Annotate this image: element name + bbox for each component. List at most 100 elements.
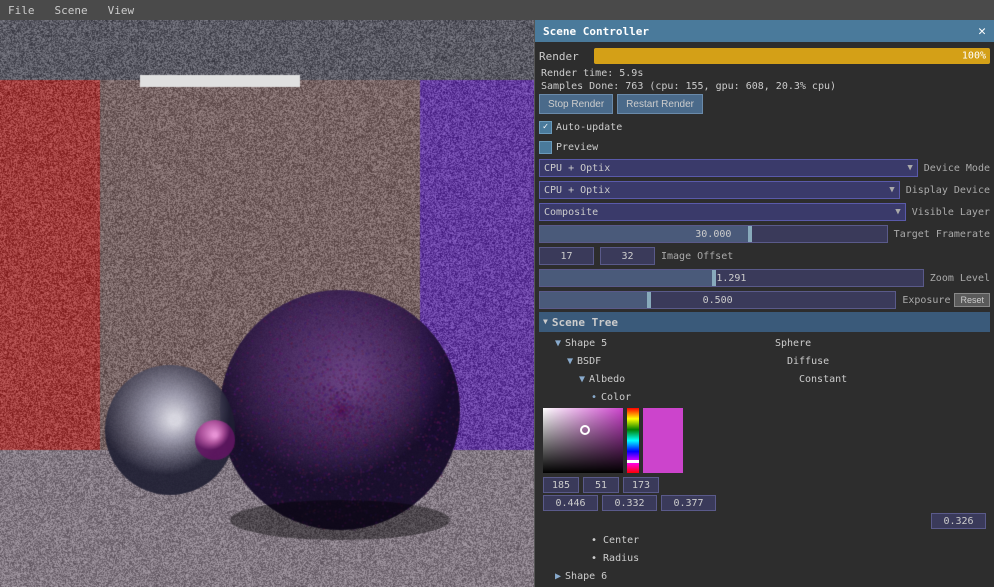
color-swatch <box>643 408 683 473</box>
auto-update-label: Auto-update <box>556 122 622 133</box>
shape5-arrow: ▼ <box>555 338 561 349</box>
render-progress-bar: 100% <box>594 48 990 64</box>
color-float-g[interactable]: 0.332 <box>602 495 657 511</box>
render-progress-text: 100% <box>962 51 986 62</box>
color-b-value[interactable]: 173 <box>623 477 659 493</box>
exposure-row: 0.500 Exposure Reset <box>539 290 990 310</box>
tree-item-bsdf-left: ▼ BSDF <box>567 356 787 367</box>
display-device-label: Display Device <box>906 185 990 196</box>
tree-item-albedo[interactable]: ▼ Albedo Constant <box>539 370 990 388</box>
color-float-values: 0.446 0.332 0.377 <box>543 495 986 511</box>
render-time: Render time: 5.9s <box>539 68 990 79</box>
device-mode-label: Device Mode <box>924 163 990 174</box>
bsdf-arrow: ▼ <box>567 356 573 367</box>
stop-render-button[interactable]: Stop Render <box>539 94 613 114</box>
albedo-type: Constant <box>799 374 847 385</box>
hue-slider[interactable] <box>627 408 639 473</box>
shape6-text: Shape 6 <box>565 571 607 582</box>
display-device-arrow: ▼ <box>889 185 894 195</box>
menu-scene[interactable]: Scene <box>51 2 92 19</box>
device-mode-arrow: ▼ <box>907 163 912 173</box>
preview-label: Preview <box>556 142 598 153</box>
target-framerate-row: 30.000 Target Framerate <box>539 224 990 244</box>
render-label: Render <box>539 50 594 63</box>
tree-item-shape5-left: ▼ Shape 5 <box>555 338 775 349</box>
display-device-row: CPU + Optix ▼ Display Device <box>539 180 990 200</box>
panel-header: Scene Controller ✕ <box>535 20 994 42</box>
auto-update-row: Auto-update <box>539 118 990 136</box>
tree-item-shape6[interactable]: ▶ Shape 6 <box>539 567 990 585</box>
color-g-value[interactable]: 51 <box>583 477 619 493</box>
tree-item-center[interactable]: • Center <box>539 531 990 549</box>
render-buttons: Stop Render Restart Render <box>539 94 990 114</box>
zoom-level-label: Zoom Level <box>930 273 990 284</box>
visible-layer-select[interactable]: Composite ▼ <box>539 203 906 221</box>
color-picker-main <box>543 408 986 473</box>
scene-tree-title: Scene Tree <box>552 316 618 329</box>
exposure-value: 0.500 <box>540 295 895 306</box>
image-offset-label: Image Offset <box>661 251 733 262</box>
tree-item-shape5[interactable]: ▼ Shape 5 Sphere <box>539 334 990 352</box>
preview-checkbox[interactable] <box>539 141 552 154</box>
exposure-slider[interactable]: 0.500 <box>539 291 896 309</box>
zoom-level-slider[interactable]: 1.291 <box>539 269 924 287</box>
scene-controller-panel: Scene Controller ✕ Render 100% Render ti… <box>534 20 994 587</box>
color-float-b[interactable]: 0.377 <box>661 495 716 511</box>
image-offset-y[interactable]: 32 <box>600 247 655 265</box>
color-float-r[interactable]: 0.446 <box>543 495 598 511</box>
restart-render-button[interactable]: Restart Render <box>617 94 703 114</box>
color-gradient[interactable] <box>543 408 623 473</box>
render-canvas <box>0 20 534 587</box>
color-float-a[interactable]: 0.326 <box>931 513 986 529</box>
scene-tree-header[interactable]: Scene Tree <box>539 312 990 332</box>
bsdf-text: BSDF <box>577 356 601 367</box>
shape5-type: Sphere <box>775 338 811 349</box>
panel-content: Render 100% Render time: 5.9s Samples Do… <box>535 42 994 587</box>
visible-layer-value: Composite <box>544 207 598 218</box>
display-device-value: CPU + Optix <box>544 185 610 196</box>
panel-close-button[interactable]: ✕ <box>978 24 986 39</box>
visible-layer-arrow: ▼ <box>895 207 900 217</box>
visible-layer-row: Composite ▼ Visible Layer <box>539 202 990 222</box>
tree-item-color[interactable]: • Color <box>539 388 990 406</box>
bsdf-type: Diffuse <box>787 356 829 367</box>
radius-text: • Radius <box>591 553 639 564</box>
main-layout: Scene Controller ✕ Render 100% Render ti… <box>0 20 994 587</box>
device-mode-row: CPU + Optix ▼ Device Mode <box>539 158 990 178</box>
menu-file[interactable]: File <box>4 2 39 19</box>
color-rgb-values: 185 51 173 <box>543 477 986 493</box>
color-circle-handle[interactable] <box>580 425 590 435</box>
hue-handle <box>627 460 639 463</box>
auto-update-checkbox[interactable] <box>539 121 552 134</box>
device-mode-value: CPU + Optix <box>544 163 610 174</box>
zoom-level-value: 1.291 <box>540 273 923 284</box>
exposure-label: Exposure <box>902 295 950 306</box>
menu-view[interactable]: View <box>104 2 139 19</box>
shape6-arrow: ▶ <box>555 571 561 582</box>
tree-item-bsdf[interactable]: ▼ BSDF Diffuse <box>539 352 990 370</box>
display-device-select[interactable]: CPU + Optix ▼ <box>539 181 900 199</box>
shape5-text: Shape 5 <box>565 338 607 349</box>
visible-layer-label: Visible Layer <box>912 207 990 218</box>
target-framerate-label: Target Framerate <box>894 229 990 240</box>
tree-item-albedo-left: ▼ Albedo <box>579 374 799 385</box>
color-text: Color <box>601 392 631 403</box>
target-framerate-slider[interactable]: 30.000 <box>539 225 888 243</box>
tree-item-shape6-left: ▶ Shape 6 <box>555 571 775 582</box>
image-offset-row: 17 32 Image Offset <box>539 246 990 266</box>
render-samples: Samples Done: 763 (cpu: 155, gpu: 608, 2… <box>539 81 990 92</box>
scene-tree-arrow <box>543 317 548 327</box>
preview-row: Preview <box>539 138 990 156</box>
tree-item-radius[interactable]: • Radius <box>539 549 990 567</box>
target-framerate-value: 30.000 <box>540 229 887 240</box>
menubar: File Scene View <box>0 0 994 20</box>
tree-item-color-left: • Color <box>591 392 811 403</box>
center-text: • Center <box>591 535 639 546</box>
color-r-value[interactable]: 185 <box>543 477 579 493</box>
exposure-reset-button[interactable]: Reset <box>954 293 990 307</box>
device-mode-select[interactable]: CPU + Optix ▼ <box>539 159 918 177</box>
render-row: Render 100% <box>539 46 990 66</box>
albedo-text: Albedo <box>589 374 625 385</box>
zoom-level-row: 1.291 Zoom Level <box>539 268 990 288</box>
image-offset-x[interactable]: 17 <box>539 247 594 265</box>
